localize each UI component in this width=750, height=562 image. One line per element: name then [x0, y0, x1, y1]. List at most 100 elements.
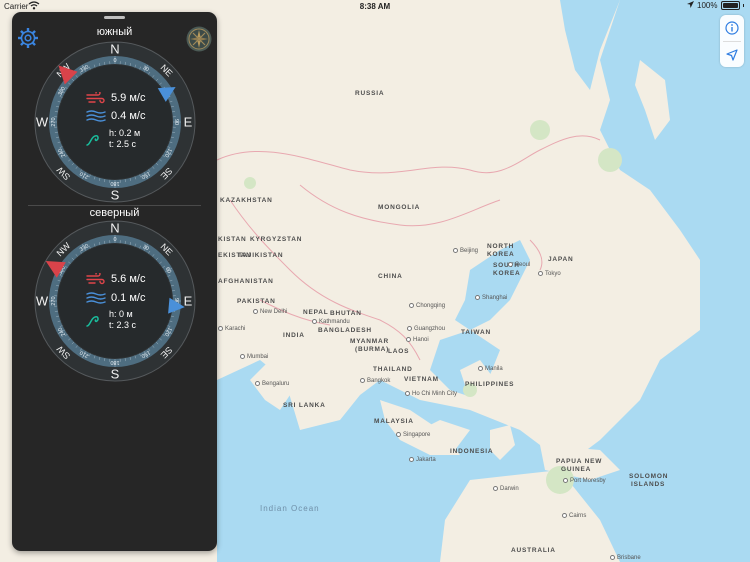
info-button[interactable]	[720, 15, 744, 41]
map-label-kistan: KISTAN	[218, 236, 247, 243]
map-label-bhutan: BHUTAN	[330, 310, 362, 317]
map-label-thailand: THAILAND	[373, 366, 413, 373]
wave-icon	[86, 110, 106, 122]
city-hcmc: Ho Chi Minh City	[405, 391, 457, 397]
map-label-laos: LAOS	[388, 348, 410, 355]
map-label-afghanistan: AFGHANISTAN	[218, 278, 274, 285]
station-1-compass[interactable]: 0306090120150180210240270300330NNEESESSW…	[32, 39, 198, 205]
map-label-north-korea-1: NORTH	[487, 243, 515, 250]
city-brisbane: Brisbane	[610, 555, 641, 561]
map-label-papua-1: PAPUA NEW	[556, 458, 603, 465]
map-label-burma: (BURMA)	[355, 346, 390, 353]
city-guangzhou: Guangzhou	[407, 326, 445, 332]
ocean-label: Indian Ocean	[260, 504, 320, 513]
station-1-degree-label: 270	[51, 117, 57, 126]
track-location-button[interactable]	[720, 42, 744, 68]
city-hanoi: Hanoi	[406, 337, 429, 343]
map-label-solomon-2: ISLANDS	[631, 481, 666, 488]
station-1-tide-text: h: 0.2 м t: 2.5 с	[109, 128, 140, 150]
station-1-cardinal-e: E	[184, 115, 193, 130]
city-darwin: Darwin	[493, 486, 519, 492]
city-singapore: Singapore	[396, 432, 430, 438]
map-label-pakistan: PAKISTAN	[237, 298, 276, 305]
station-2-cardinal-s: S	[111, 367, 120, 382]
location-arrow-icon	[687, 1, 695, 10]
city-cairns: Cairns	[562, 513, 586, 519]
station-2-cardinal-n: N	[110, 221, 119, 236]
station-1-wind-speed: 5.9 м/с	[111, 92, 146, 104]
city-kathmandu: Kathmandu	[312, 319, 350, 325]
battery-percent: 100%	[697, 1, 718, 10]
station-1-tide-row	[86, 133, 102, 147]
tide-wave-icon	[86, 135, 99, 146]
map-label-australia: AUSTRALIA	[511, 547, 556, 554]
drag-handle[interactable]	[104, 16, 125, 19]
map-label-solomon-1: SOLOMON	[629, 473, 669, 480]
station-1-tide-height: h: 0.2 м	[109, 128, 141, 138]
city-bengaluru: Bengaluru	[255, 381, 289, 387]
city-port-moresby: Port Moresby	[563, 478, 606, 484]
map-label-india: INDIA	[283, 332, 305, 339]
station-2-tide-period: t: 2.3 с	[109, 320, 137, 330]
city-karachi: Karachi	[218, 326, 245, 332]
map-label-south-korea-2: KOREA	[493, 270, 521, 277]
station-2-cardinal-e: E	[184, 294, 193, 309]
map-label-kazakhstan: KAZAKHSTAN	[220, 197, 273, 204]
station-2-degree-label: 180	[110, 359, 119, 365]
map-label-mongolia: MONGOLIA	[378, 204, 421, 211]
station-2-wind-row: 5.6 м/с	[86, 273, 145, 285]
map-label-taiwan: TAIWAN	[461, 329, 491, 336]
map-label-malaysia: MALAYSIA	[374, 418, 414, 425]
station-1-cardinal-w: W	[36, 115, 49, 130]
info-icon	[725, 21, 739, 35]
city-chongqing: Chongqing	[409, 303, 445, 309]
station-1-cardinal-n: N	[110, 42, 119, 57]
wind-icon	[86, 273, 105, 285]
city-bangkok: Bangkok	[360, 378, 390, 384]
tide-wave-icon	[86, 316, 99, 327]
station-1-tide-period: t: 2.5 с	[109, 139, 137, 149]
map-label-vietnam: VIETNAM	[404, 376, 439, 383]
station-1-degree-label: 90	[173, 119, 179, 125]
location-arrow-icon	[726, 49, 738, 61]
city-jakarta: Jakarta	[409, 457, 436, 463]
station-1-cardinal-s: S	[111, 188, 120, 203]
station-2-current-speed: 0.1 м/с	[111, 292, 146, 304]
station-2-wave-row: 0.1 м/с	[86, 292, 145, 304]
station-1-degree-label: 0	[113, 58, 116, 64]
wave-icon	[86, 292, 106, 304]
map-label-philippines: PHILIPPINES	[465, 381, 515, 388]
station-1-title: южный	[96, 26, 133, 38]
station-1-current-speed: 0.4 м/с	[111, 110, 146, 122]
clock: 8:38 AM	[359, 2, 391, 11]
map-label-papua-2: GUINEA	[561, 466, 592, 473]
battery-icon	[720, 1, 740, 10]
wind-icon	[86, 92, 105, 104]
map-label-japan: JAPAN	[548, 256, 574, 263]
city-manila: Manila	[478, 366, 503, 372]
map-label-bangladesh: BANGLADESH	[318, 327, 372, 334]
map-label-china: CHINA	[378, 273, 403, 280]
battery-tip	[742, 4, 744, 7]
stations-panel: южный 0306090120150180210240270300330NNE…	[12, 12, 217, 551]
station-1-inner-disc	[58, 65, 172, 179]
map-label-sri-lanka: SRI LANKA	[283, 402, 326, 409]
city-beijing: Beijing	[453, 248, 478, 254]
station-1-wave-row: 0.4 м/с	[86, 110, 145, 122]
map-label-kyrgyzstan: KYRGYZSTAN	[250, 236, 303, 243]
station-2-tide-text: h: 0 м t: 2.3 с	[109, 309, 136, 331]
station-2-degree-label: 270	[51, 296, 57, 305]
stations-divider	[28, 205, 201, 206]
station-2-cardinal-w: W	[36, 294, 49, 309]
map-controls	[720, 15, 744, 67]
station-2-tide-height: h: 0 м	[109, 309, 133, 319]
city-new-delhi: New Delhi	[253, 309, 287, 315]
city-seoul: Seoul	[508, 262, 530, 268]
station-2-wind-speed: 5.6 м/с	[111, 273, 146, 285]
city-mumbai: Mumbai	[240, 354, 268, 360]
map-label-myanmar: MYANMAR	[350, 338, 389, 345]
station-1-wind-row: 5.9 м/с	[86, 92, 145, 104]
station-2-tide-row	[86, 314, 102, 328]
city-shanghai: Shanghai	[475, 295, 507, 301]
station-1-degree-label: 180	[110, 180, 119, 186]
